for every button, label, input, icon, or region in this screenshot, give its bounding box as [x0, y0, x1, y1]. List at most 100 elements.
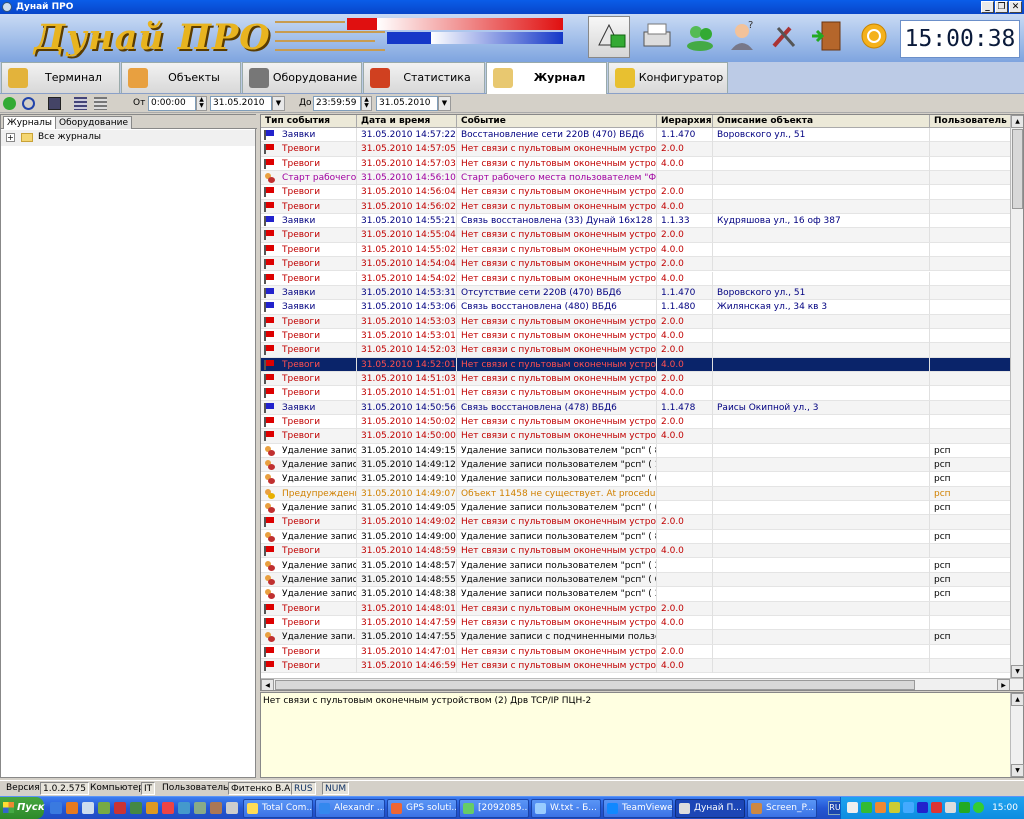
to-date-dropdown[interactable]: ▼ — [438, 96, 451, 111]
scroll-left-button[interactable]: ◀ — [261, 679, 274, 690]
tray-icon[interactable] — [973, 802, 984, 813]
table-row[interactable]: Тревоги 31.05.2010 14:51:03 Нет связи с пу… — [261, 371, 1011, 387]
quicklaunch-icon[interactable] — [194, 802, 206, 814]
table-row[interactable]: Тревоги 31.05.2010 14:48:59 Нет связи с пу… — [261, 544, 1011, 559]
table-row[interactable]: Заявки 31.05.2010 14:53:06 Связь восстанов… — [261, 300, 1011, 315]
tab-statistics[interactable]: Статистика — [363, 62, 485, 93]
task-notepad[interactable]: W.txt - Б... — [531, 799, 601, 818]
table-row[interactable]: Тревоги 31.05.2010 14:56:04 Нет связи с пу… — [261, 185, 1011, 200]
horizontal-scrollbar[interactable]: ◀ ▶ — [261, 678, 1023, 690]
table-row[interactable]: Удаление записи 31.05.2010 14:48:38 Удален… — [261, 587, 1011, 602]
to-time-spinner[interactable]: ▲ ▼ — [361, 96, 372, 111]
table-row[interactable]: Удаление записи 31.05.2010 14:49:00 Удален… — [261, 529, 1011, 545]
task-total-commander[interactable]: Total Com... — [243, 799, 313, 818]
col-datetime[interactable]: Дата и время — [357, 115, 457, 128]
detail-scrollbar[interactable]: ▲ ▼ — [1010, 693, 1024, 777]
table-row[interactable]: Удаление записи 31.05.2010 14:49:05 Удален… — [261, 501, 1011, 516]
table-row[interactable]: Тревоги 31.05.2010 14:53:01 Нет связи с пу… — [261, 328, 1011, 344]
maximize-button[interactable]: ❐ — [995, 1, 1008, 13]
tray-expand-icon[interactable] — [847, 802, 858, 813]
table-row[interactable]: Старт рабочего... 31.05.2010 14:56:10 Стар… — [261, 171, 1011, 186]
table-row[interactable]: Заявки 31.05.2010 14:55:21 Связь восстанов… — [261, 214, 1011, 229]
tree-item-all-journals[interactable]: + Все журналы — [1, 130, 255, 146]
table-row[interactable]: Заявки 31.05.2010 14:50:56 Связь восстанов… — [261, 400, 1011, 415]
from-time-field[interactable]: 0:00:00 — [148, 96, 196, 111]
volume-icon[interactable] — [945, 802, 956, 813]
table-row[interactable]: Тревоги 31.05.2010 14:47:59 Нет связи с пу… — [261, 615, 1011, 631]
from-time-spinner[interactable]: ▲ ▼ — [196, 96, 207, 111]
tools-icon[interactable] — [764, 16, 806, 58]
tray-icon[interactable] — [917, 802, 928, 813]
columns-icon[interactable] — [74, 97, 87, 110]
quicklaunch-icon[interactable] — [210, 802, 222, 814]
from-date-dropdown[interactable]: ▼ — [272, 96, 285, 111]
scroll-right-button[interactable]: ▶ — [997, 679, 1010, 690]
table-row[interactable]: Удаление записи 31.05.2010 14:49:15 Удален… — [261, 443, 1011, 459]
tray-icon[interactable] — [875, 802, 886, 813]
task-dunai-pro[interactable]: Дунай П... — [675, 799, 745, 818]
quicklaunch-icon[interactable] — [146, 802, 158, 814]
tab-journal[interactable]: Журнал — [486, 62, 607, 94]
table-row[interactable]: Тревоги 31.05.2010 14:50:02 Нет связи с пу… — [261, 415, 1011, 430]
alarm-bell-icon[interactable] — [588, 16, 630, 58]
users-group-icon[interactable] — [680, 16, 722, 58]
table-row[interactable]: Тревоги 31.05.2010 14:55:04 Нет связи с пу… — [261, 228, 1011, 243]
ie-icon[interactable] — [50, 802, 62, 814]
operator-icon[interactable]: ? — [722, 16, 764, 58]
col-object-description[interactable]: Описание объекта — [713, 115, 930, 128]
to-time-field[interactable]: 23:59:59 — [313, 96, 361, 111]
detail-scroll-up[interactable]: ▲ — [1011, 693, 1024, 706]
table-row[interactable]: Удаление записи 31.05.2010 14:48:57 Удален… — [261, 558, 1011, 573]
table-row[interactable]: Удаление записи 31.05.2010 14:49:10 Удален… — [261, 472, 1011, 487]
quicklaunch-icon[interactable] — [178, 802, 190, 814]
task-gps-solutions[interactable]: GPS soluti... — [387, 799, 457, 818]
table-row[interactable]: Удаление запи... 31.05.2010 14:47:55 Удале… — [261, 630, 1011, 645]
to-date-field[interactable]: 31.05.2010 — [376, 96, 438, 111]
task-2092085[interactable]: [2092085... — [459, 799, 529, 818]
tab-configurator[interactable]: Конфигуратор — [608, 62, 728, 93]
task-teamviewer[interactable]: TeamViewer — [603, 799, 673, 818]
table-row[interactable]: Удаление записи 31.05.2010 14:48:55 Удален… — [261, 572, 1011, 588]
tray-icon[interactable] — [931, 802, 942, 813]
table-row[interactable]: Тревоги 31.05.2010 14:51:01 Нет связи с пу… — [261, 386, 1011, 401]
quicklaunch-icon[interactable] — [162, 802, 174, 814]
table-row[interactable]: Удаление записи 31.05.2010 14:49:12 Удален… — [261, 458, 1011, 473]
col-event-type[interactable]: Тип события — [261, 115, 357, 128]
vertical-scrollbar[interactable]: ▲ ▼ — [1010, 115, 1023, 678]
tab-equipment-tree[interactable]: Оборудование — [55, 116, 132, 129]
col-hierarchy[interactable]: Иерархия — [657, 115, 713, 128]
tab-journals[interactable]: Журналы — [3, 116, 56, 129]
tray-icon[interactable] — [903, 802, 914, 813]
from-date-field[interactable]: 31.05.2010 — [210, 96, 272, 111]
scroll-down-button[interactable]: ▼ — [1011, 665, 1023, 678]
save-icon[interactable] — [48, 97, 61, 110]
table-row[interactable]: Предупреждение 31.05.2010 14:49:07 Объект … — [261, 486, 1011, 502]
scroll-up-button[interactable]: ▲ — [1011, 115, 1023, 128]
desktop-icon[interactable] — [82, 802, 94, 814]
quicklaunch-icon[interactable] — [98, 802, 110, 814]
table-row[interactable]: Заявки 31.05.2010 14:53:31 Отсутствие сети… — [261, 285, 1011, 301]
quicklaunch-icon[interactable] — [226, 802, 238, 814]
tray-icon[interactable] — [959, 802, 970, 813]
quicklaunch-icon[interactable] — [130, 802, 142, 814]
table-row[interactable]: Тревоги 31.05.2010 14:52:03 Нет связи с пу… — [261, 343, 1011, 358]
tab-objects[interactable]: Объекты — [121, 62, 241, 93]
tab-terminal[interactable]: Терминал — [1, 62, 120, 93]
start-button[interactable]: Пуск — [0, 797, 45, 819]
expand-icon[interactable]: + — [6, 133, 15, 142]
minimize-button[interactable]: _ — [981, 1, 994, 13]
detail-scroll-down[interactable]: ▼ — [1011, 764, 1024, 777]
table-row[interactable]: Заявки 31.05.2010 14:57:22 Восстановление … — [261, 128, 1011, 143]
task-screen-p[interactable]: Screen_P... — [747, 799, 817, 818]
refresh-icon[interactable] — [3, 97, 16, 110]
tab-equipment[interactable]: Оборудование — [242, 62, 362, 93]
table-row[interactable]: Тревоги 31.05.2010 14:55:02 Нет связи с пу… — [261, 242, 1011, 258]
refresh-spiral-icon[interactable] — [854, 16, 896, 58]
undo-icon[interactable] — [22, 97, 35, 110]
table-row-selected[interactable]: Тревоги 31.05.2010 14:52:01 Нет связи с пу… — [261, 357, 1011, 372]
col-user[interactable]: Пользователь — [930, 115, 1011, 128]
table-row[interactable]: Тревоги 31.05.2010 14:49:02 Нет связи с пу… — [261, 515, 1011, 530]
table-row[interactable]: Тревоги 31.05.2010 14:57:05 Нет связи с пу… — [261, 142, 1011, 157]
table-row[interactable]: Тревоги 31.05.2010 14:54:02 Нет связи с пу… — [261, 271, 1011, 286]
hscroll-thumb[interactable] — [275, 680, 915, 690]
